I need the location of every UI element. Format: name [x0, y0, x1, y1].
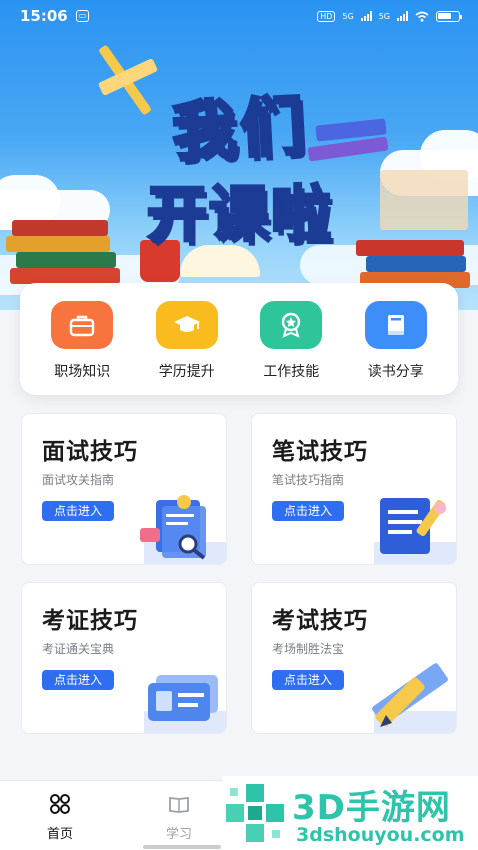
pencil-ruler-icon	[372, 663, 456, 733]
card-written-exam-tips[interactable]: 笔试技巧 笔试技巧指南 点击进入	[251, 413, 457, 565]
home-grid-icon	[50, 794, 70, 814]
watermark-text: 3D手游网	[292, 788, 451, 828]
status-time: 15:06	[20, 7, 68, 25]
enter-button[interactable]: 点击进入	[272, 501, 344, 521]
card-subtitle: 考场制胜法宝	[272, 642, 345, 656]
category-item[interactable]: 读书分享	[351, 301, 441, 395]
category-item[interactable]: 学历提升	[142, 301, 232, 395]
enter-button[interactable]: 点击进入	[42, 501, 114, 521]
tab-study-label: 学习	[165, 827, 192, 842]
book-icon	[364, 301, 427, 349]
award-medal-icon	[260, 301, 323, 349]
card-interview-tips[interactable]: 面试技巧 面试攻关指南 点击进入	[21, 413, 227, 565]
watermark-logo-icon	[226, 784, 284, 842]
category-label: 学历提升	[158, 364, 215, 380]
network-label-1: 5G	[342, 11, 354, 21]
card-subtitle: 考证通关宝典	[42, 642, 115, 656]
open-book-icon	[169, 796, 189, 813]
hero-banner: 我们 开课啦	[0, 0, 478, 310]
enter-button[interactable]: 点击进入	[42, 670, 114, 690]
hero-title: 我们 开课啦	[70, 78, 410, 253]
hero-title-line1: 我们	[169, 88, 312, 172]
card-title: 笔试技巧	[272, 439, 368, 465]
notebook-icon	[374, 498, 456, 564]
tab-study[interactable]: 学习	[149, 793, 209, 842]
tab-home-label: 首页	[46, 827, 73, 842]
card-subtitle: 面试攻关指南	[42, 473, 115, 487]
card-title: 考证技巧	[42, 608, 138, 634]
category-item[interactable]: 工作技能	[246, 301, 336, 395]
network-label-2: 5G	[378, 11, 390, 21]
wifi-icon	[415, 11, 429, 22]
graduation-cap-icon	[155, 301, 218, 349]
category-label: 工作技能	[263, 364, 320, 380]
signal-icon-2	[397, 11, 408, 21]
card-title: 考试技巧	[272, 608, 368, 634]
category-card: 职场知识 学历提升 工作技能 读书分享	[20, 283, 458, 395]
hero-title-line2: 开课啦	[146, 179, 333, 252]
signal-icon	[360, 11, 372, 21]
watermark-url: 3dshouyou.com	[296, 824, 465, 846]
category-label: 读书分享	[367, 364, 424, 380]
enter-button[interactable]: 点击进入	[272, 670, 344, 690]
status-bar: 15:06 ▭ HD 5G 5G	[0, 0, 478, 32]
watermark: 3D手游网 3dshouyou.com	[222, 776, 478, 850]
briefcase-icon	[51, 301, 114, 349]
card-subtitle: 笔试技巧指南	[272, 473, 345, 487]
category-item[interactable]: 职场知识	[37, 301, 127, 395]
category-label: 职场知识	[54, 364, 111, 380]
battery-icon	[436, 10, 462, 22]
id-card-icon	[144, 675, 226, 733]
home-indicator	[143, 845, 221, 849]
tab-home[interactable]: 首页	[30, 793, 90, 842]
card-title: 面试技巧	[42, 439, 138, 465]
card-exam-tips[interactable]: 考试技巧 考场制胜法宝 点击进入	[251, 582, 457, 734]
interview-document-icon	[140, 495, 226, 564]
card-certificate-tips[interactable]: 考证技巧 考证通关宝典 点击进入	[21, 582, 227, 734]
notification-icon: ▭	[75, 10, 90, 22]
hd-icon: HD	[317, 10, 336, 22]
